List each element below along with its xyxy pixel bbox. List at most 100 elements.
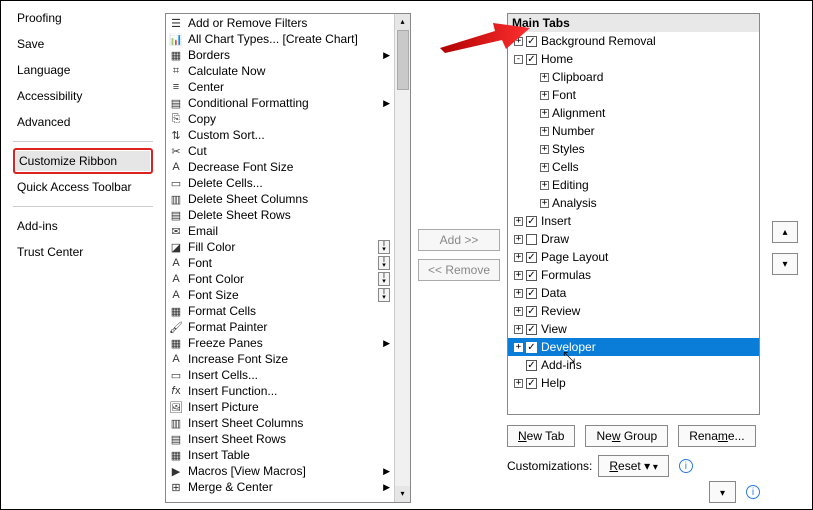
tab-node-background-removal[interactable]: +✓Background Removal [508, 32, 759, 50]
command-item[interactable]: ✂Cut [166, 143, 394, 159]
tab-node-font[interactable]: +Font [508, 86, 759, 104]
sidebar-item-trust-center[interactable]: Trust Center [13, 239, 153, 265]
dropdown-picker-icon[interactable]: I▾ [378, 288, 390, 302]
expand-icon[interactable]: + [514, 379, 523, 388]
command-item[interactable]: ▦Freeze Panes▶ [166, 335, 394, 351]
tab-node-draw[interactable]: +Draw [508, 230, 759, 248]
checkbox[interactable]: ✓ [526, 306, 537, 317]
dropdown-picker-icon[interactable]: I▾ [378, 240, 390, 254]
tab-node-formulas[interactable]: +✓Formulas [508, 266, 759, 284]
checkbox[interactable]: ✓ [526, 324, 537, 335]
commands-list[interactable]: ☰Add or Remove Filters📊All Chart Types..… [166, 14, 394, 502]
command-item[interactable]: ▶Macros [View Macros]▶ [166, 463, 394, 479]
scrollbar-thumb[interactable] [397, 30, 409, 90]
tab-node-home[interactable]: -✓Home [508, 50, 759, 68]
expand-icon[interactable]: + [514, 235, 523, 244]
command-item[interactable]: ▥Delete Sheet Columns [166, 191, 394, 207]
tab-node-cells[interactable]: +Cells [508, 158, 759, 176]
tab-node-number[interactable]: +Number [508, 122, 759, 140]
checkbox[interactable]: ✓ [526, 252, 537, 263]
sidebar-item-proofing[interactable]: Proofing [13, 5, 153, 31]
import-export-button[interactable] [709, 481, 736, 503]
expand-icon[interactable]: + [514, 307, 523, 316]
sidebar-item-advanced[interactable]: Advanced [13, 109, 153, 135]
tab-node-review[interactable]: +✓Review [508, 302, 759, 320]
sidebar-item-accessibility[interactable]: Accessibility [13, 83, 153, 109]
command-item[interactable]: ◪Fill ColorI▾ [166, 239, 394, 255]
sidebar-item-add-ins[interactable]: Add-ins [13, 213, 153, 239]
checkbox[interactable]: ✓ [526, 378, 537, 389]
command-item[interactable]: ▤Delete Sheet Rows [166, 207, 394, 223]
tab-node-view[interactable]: +✓View [508, 320, 759, 338]
expand-icon[interactable]: + [514, 253, 523, 262]
expand-icon[interactable]: + [514, 289, 523, 298]
dropdown-picker-icon[interactable]: I▾ [378, 256, 390, 270]
checkbox[interactable]: ✓ [526, 270, 537, 281]
tab-node-analysis[interactable]: +Analysis [508, 194, 759, 212]
dropdown-picker-icon[interactable]: I▾ [378, 272, 390, 286]
command-item[interactable]: ≡Center [166, 79, 394, 95]
info-icon[interactable]: i [746, 485, 760, 499]
command-item[interactable]: 🖌Format Painter [166, 319, 394, 335]
remove-button[interactable]: << Remove [418, 259, 500, 281]
command-item[interactable]: ⊞Merge & Center▶ [166, 479, 394, 495]
checkbox[interactable]: ✓ [526, 54, 537, 65]
tab-node-alignment[interactable]: +Alignment [508, 104, 759, 122]
add-button[interactable]: Add >> [418, 229, 500, 251]
expand-icon[interactable]: + [514, 343, 523, 352]
expand-icon[interactable]: + [540, 145, 549, 154]
new-group-button[interactable]: New Group [585, 425, 668, 447]
checkbox[interactable] [526, 234, 537, 245]
scroll-down-button[interactable]: ▾ [395, 486, 410, 502]
move-up-button[interactable]: ▴ [772, 221, 798, 243]
tabs-tree[interactable]: Main Tabs +✓Background Removal-✓Home+Cli… [507, 13, 760, 415]
command-item[interactable]: ▭Insert Cells... [166, 367, 394, 383]
command-item[interactable]: ▭Delete Cells... [166, 175, 394, 191]
command-item[interactable]: ADecrease Font Size [166, 159, 394, 175]
command-item[interactable]: ⎘Copy [166, 111, 394, 127]
command-item[interactable]: 𝑓xInsert Function... [166, 383, 394, 399]
commands-scrollbar[interactable]: ▴ ▾ [394, 14, 410, 502]
expand-icon[interactable]: + [540, 127, 549, 136]
command-item[interactable]: ▥Insert Sheet Columns [166, 415, 394, 431]
command-item[interactable]: ▦Format Cells [166, 303, 394, 319]
sidebar-item-quick-access-toolbar[interactable]: Quick Access Toolbar [13, 174, 153, 200]
sidebar-item-customize-ribbon[interactable]: Customize Ribbon [13, 148, 153, 174]
tab-node-developer[interactable]: +✓Developer [508, 338, 759, 356]
expand-icon[interactable]: + [514, 37, 523, 46]
move-down-button[interactable]: ▾ [772, 253, 798, 275]
checkbox[interactable]: ✓ [526, 216, 537, 227]
tab-node-page-layout[interactable]: +✓Page Layout [508, 248, 759, 266]
tab-node-insert[interactable]: +✓Insert [508, 212, 759, 230]
checkbox[interactable]: ✓ [526, 36, 537, 47]
expand-icon[interactable]: + [514, 325, 523, 334]
tab-node-help[interactable]: +✓Help [508, 374, 759, 392]
checkbox[interactable]: ✓ [526, 342, 537, 353]
command-item[interactable]: ✉Email [166, 223, 394, 239]
command-item[interactable]: 🖼Insert Picture [166, 399, 394, 415]
expand-icon[interactable]: + [514, 217, 523, 226]
tab-node-editing[interactable]: +Editing [508, 176, 759, 194]
command-item[interactable]: ⇅Custom Sort... [166, 127, 394, 143]
command-item[interactable]: 📊All Chart Types... [Create Chart] [166, 31, 394, 47]
reset-button[interactable]: Reset ▾ [598, 455, 669, 477]
expand-icon[interactable]: + [540, 73, 549, 82]
command-item[interactable]: ▤Insert Sheet Rows [166, 431, 394, 447]
command-item[interactable]: ⌗Calculate Now [166, 63, 394, 79]
command-item[interactable]: AFont SizeI▾ [166, 287, 394, 303]
command-item[interactable]: ☰Add or Remove Filters [166, 15, 394, 31]
expand-icon[interactable]: + [540, 109, 549, 118]
sidebar-item-language[interactable]: Language [13, 57, 153, 83]
expand-icon[interactable]: + [540, 163, 549, 172]
tab-node-styles[interactable]: +Styles [508, 140, 759, 158]
expand-icon[interactable]: + [514, 271, 523, 280]
command-item[interactable]: ▦Borders▶ [166, 47, 394, 63]
rename-button[interactable]: Rename... [678, 425, 755, 447]
tab-node-add-ins[interactable]: ✓Add-ins [508, 356, 759, 374]
command-item[interactable]: ▦Insert Table [166, 447, 394, 463]
new-tab-button[interactable]: New Tab [507, 425, 575, 447]
command-item[interactable]: AFont ColorI▾ [166, 271, 394, 287]
info-icon[interactable]: i [679, 459, 693, 473]
tab-node-clipboard[interactable]: +Clipboard [508, 68, 759, 86]
tab-node-data[interactable]: +✓Data [508, 284, 759, 302]
